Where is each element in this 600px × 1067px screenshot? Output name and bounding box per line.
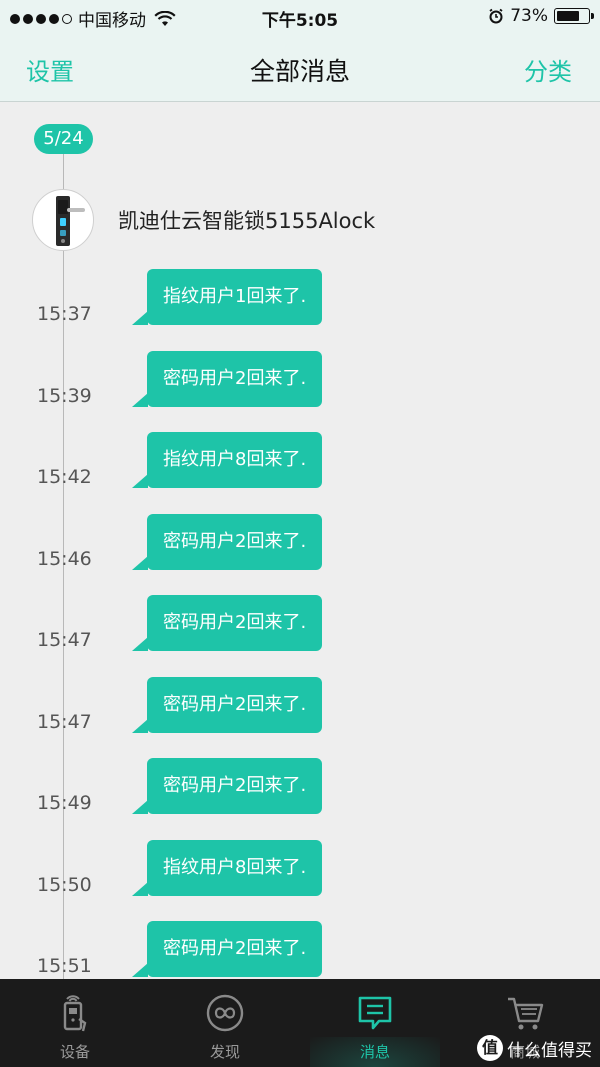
message-time: 15:50 bbox=[37, 873, 92, 896]
message-bubble[interactable]: 密码用户2回来了. bbox=[132, 350, 323, 407]
message-text: 密码用户2回来了. bbox=[163, 367, 307, 389]
message-time: 15:39 bbox=[37, 384, 92, 407]
message-item[interactable]: 15:49 密码用户2回来了. bbox=[0, 752, 600, 834]
message-icon bbox=[358, 996, 392, 1030]
message-time: 15:47 bbox=[37, 629, 92, 651]
battery-tip bbox=[591, 13, 594, 19]
message-item[interactable]: 15:46 密码用户2回来了. bbox=[0, 508, 600, 590]
battery-fill bbox=[557, 11, 579, 21]
status-bar: 中国移动 下午5:05 73% bbox=[0, 0, 600, 34]
message-time: 15:42 bbox=[37, 466, 92, 488]
message-text: 指纹用户1回来了. bbox=[163, 286, 307, 307]
page-title: 全部消息 bbox=[249, 57, 350, 86]
message-bubble[interactable]: 指纹用户8回来了. bbox=[132, 432, 323, 488]
bubble-tail bbox=[132, 637, 148, 651]
message-text: 指纹用户8回来了. bbox=[163, 856, 307, 878]
message-bubble[interactable]: 指纹用户8回来了. bbox=[132, 839, 323, 896]
message-time: 15:49 bbox=[37, 792, 92, 814]
message-text: 指纹用户8回来了. bbox=[163, 449, 307, 470]
alarm-icon bbox=[489, 8, 503, 24]
message-item[interactable]: 15:51 密码用户2回来了. bbox=[0, 915, 600, 979]
date-badge: 5/24 bbox=[34, 124, 93, 154]
bubble-tail bbox=[132, 881, 148, 896]
bubble-tail bbox=[132, 555, 148, 570]
tab-discover[interactable]: 发现 bbox=[150, 979, 300, 1067]
watermark-logo-icon: 值 bbox=[477, 1035, 503, 1061]
message-time: 15:51 bbox=[37, 955, 92, 977]
message-text: 密码用户2回来了. bbox=[163, 530, 307, 552]
device-name: 凯迪仕云智能锁5155Alock bbox=[118, 209, 376, 233]
message-bubble[interactable]: 密码用户2回来了. bbox=[132, 595, 323, 651]
message-bubble[interactable]: 指纹用户1回来了. bbox=[132, 269, 323, 325]
status-right: 73% bbox=[488, 6, 594, 26]
cart-icon bbox=[508, 997, 544, 1030]
bubble-tail bbox=[132, 311, 148, 325]
message-bubble[interactable]: 密码用户2回来了. bbox=[132, 676, 323, 733]
battery-percent: 73% bbox=[510, 6, 548, 26]
message-text: 密码用户2回来了. bbox=[163, 775, 307, 796]
message-item[interactable]: 15:39 密码用户2回来了. bbox=[0, 345, 600, 427]
message-text: 密码用户2回来了. bbox=[163, 612, 307, 633]
message-text: 密码用户2回来了. bbox=[163, 693, 307, 715]
message-bubble[interactable]: 密码用户2回来了. bbox=[132, 513, 323, 570]
bubble-tail bbox=[132, 392, 148, 407]
message-text: 密码用户2回来了. bbox=[163, 938, 307, 959]
watermark: 值 什么值得买 bbox=[477, 1035, 592, 1061]
watermark-text: 什么值得买 bbox=[507, 1040, 592, 1061]
battery-icon bbox=[554, 8, 594, 24]
message-time: 15:47 bbox=[37, 710, 92, 733]
tab-label: 设备 bbox=[59, 1043, 90, 1061]
bubble-tail bbox=[132, 963, 148, 977]
tab-label: 消息 bbox=[359, 1043, 390, 1061]
message-item[interactable]: 15:42 指纹用户8回来了. bbox=[0, 426, 600, 508]
message-item[interactable]: 15:37 指纹用户1回来了. bbox=[0, 263, 600, 345]
message-time: 15:46 bbox=[37, 547, 92, 570]
tab-device[interactable]: 设备 bbox=[0, 979, 150, 1067]
message-timeline[interactable]: 5/24 凯迪仕云智能锁5155Alock 15:37 指纹用户1回来了. 15:3… bbox=[0, 103, 600, 979]
tab-messages[interactable]: 消息 bbox=[300, 979, 450, 1067]
message-time: 15:37 bbox=[37, 303, 92, 325]
message-bubble[interactable]: 密码用户2回来了. bbox=[132, 758, 323, 814]
tab-label: 发现 bbox=[209, 1043, 240, 1061]
category-button[interactable]: 分类 bbox=[524, 52, 572, 87]
nav-bar: 设置 全部消息 分类 bbox=[0, 34, 600, 102]
message-item[interactable]: 15:50 指纹用户8回来了. bbox=[0, 834, 600, 916]
bubble-tail bbox=[132, 718, 148, 733]
bubble-tail bbox=[132, 474, 148, 488]
message-item[interactable]: 15:47 密码用户2回来了. bbox=[0, 589, 600, 671]
discover-icon bbox=[206, 994, 244, 1032]
tab-bar: 设备 发现 消息 商城 值 什么值得买 bbox=[0, 979, 600, 1067]
device-icon bbox=[63, 995, 87, 1032]
smart-lock-icon bbox=[56, 196, 85, 246]
bubble-tail bbox=[132, 800, 148, 814]
message-item[interactable]: 15:47 密码用户2回来了. bbox=[0, 671, 600, 753]
device-avatar bbox=[32, 189, 94, 251]
message-bubble[interactable]: 密码用户2回来了. bbox=[132, 921, 323, 977]
device-header[interactable]: 凯迪仕云智能锁5155Alock bbox=[32, 189, 375, 251]
